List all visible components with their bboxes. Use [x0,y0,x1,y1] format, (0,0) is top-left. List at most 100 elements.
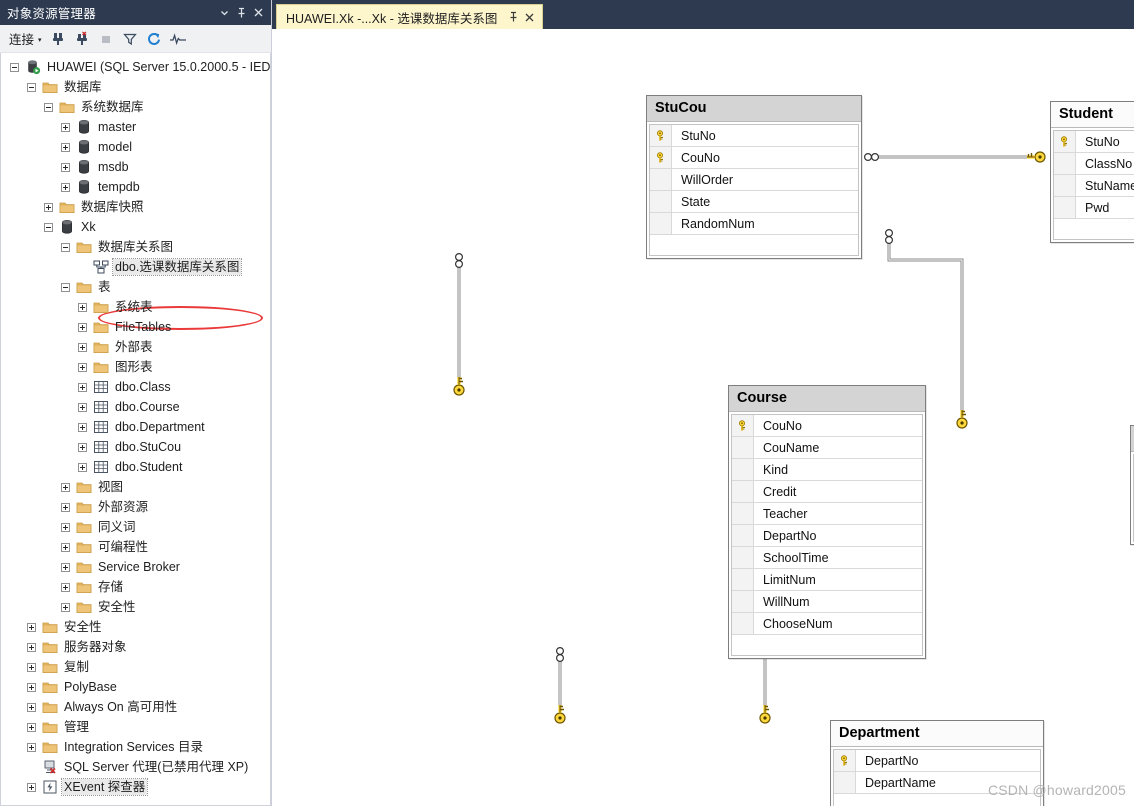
expand-icon[interactable] [76,361,89,374]
tree-item-25[interactable]: Service Broker [1,557,270,577]
diagram-column-row[interactable]: ClassNo [1054,153,1134,175]
tree-item-29[interactable]: 服务器对象 [1,637,270,657]
chevron-down-icon[interactable] [216,4,233,22]
object-explorer-tree[interactable]: HUAWEI (SQL Server 15.0.2000.5 - IED 数据库系… [0,53,271,806]
tree-item-36[interactable]: XEvent 探查器 [1,777,270,797]
tab-database-diagram[interactable]: HUAWEI.Xk -...Xk - 选课数据库关系图 [276,4,544,29]
disconnect-object-explorer-icon[interactable] [71,28,93,50]
expand-icon[interactable] [59,181,72,194]
tree-item-9[interactable]: 数据库关系图 [1,237,270,257]
expand-icon[interactable] [42,201,55,214]
diagram-column-row[interactable]: RandomNum [650,213,858,235]
tree-item-26[interactable]: 存储 [1,577,270,597]
expand-icon[interactable] [76,461,89,474]
expand-icon[interactable] [25,701,38,714]
tree-item-21[interactable]: 视图 [1,477,270,497]
expand-icon[interactable] [76,421,89,434]
tree-item-19[interactable]: dbo.StuCou [1,437,270,457]
close-icon[interactable] [521,9,537,25]
expand-icon[interactable] [76,341,89,354]
pin-icon[interactable] [233,4,250,22]
collapse-icon[interactable] [25,81,38,94]
expand-icon[interactable] [76,441,89,454]
tree-item-34[interactable]: Integration Services 目录 [1,737,270,757]
expand-icon[interactable] [59,521,72,534]
tree-item-15[interactable]: 图形表 [1,357,270,377]
tree-item-28[interactable]: 安全性 [1,617,270,637]
diagram-column-row[interactable]: StuName [1054,175,1134,197]
diagram-column-row[interactable]: StuNo [650,125,858,147]
tree-item-4[interactable]: model [1,137,270,157]
filter-icon[interactable] [119,28,141,50]
diagram-column-row[interactable]: Teacher [732,503,922,525]
tree-item-35[interactable]: SQL Server 代理(已禁用代理 XP) [1,757,270,777]
expand-icon[interactable] [59,561,72,574]
diagram-table-class[interactable]: ClassClassNoDepartNoClassName [1130,425,1134,545]
tree-item-1[interactable]: 数据库 [1,77,270,97]
database-diagram-canvas[interactable]: StuCou StuNo CouNo WillOrder State RandomNum S… [272,29,1134,806]
diagram-column-row[interactable]: DepartNo [834,750,1040,772]
diagram-column-row[interactable]: CouName [732,437,922,459]
expand-icon[interactable] [25,721,38,734]
tree-item-2[interactable]: 系统数据库 [1,97,270,117]
tree-item-7[interactable]: 数据库快照 [1,197,270,217]
diagram-column-row[interactable]: Credit [732,481,922,503]
tree-item-32[interactable]: Always On 高可用性 [1,697,270,717]
diagram-column-row[interactable]: SchoolTime [732,547,922,569]
expand-icon[interactable] [59,141,72,154]
expand-icon[interactable] [76,321,89,334]
expand-icon[interactable] [25,661,38,674]
expand-icon[interactable] [59,161,72,174]
tree-item-13[interactable]: FileTables [1,317,270,337]
activity-monitor-icon[interactable] [167,28,189,50]
expand-icon[interactable] [76,381,89,394]
diagram-column-row[interactable]: CouNo [650,147,858,169]
collapse-icon[interactable] [42,101,55,114]
tree-item-11[interactable]: 表 [1,277,270,297]
tree-item-24[interactable]: 可编程性 [1,537,270,557]
tree-item-14[interactable]: 外部表 [1,337,270,357]
tree-item-30[interactable]: 复制 [1,657,270,677]
tree-item-12[interactable]: 系统表 [1,297,270,317]
expand-icon[interactable] [76,401,89,414]
expand-icon[interactable] [25,741,38,754]
tree-item-5[interactable]: msdb [1,157,270,177]
tree-item-22[interactable]: 外部资源 [1,497,270,517]
tree-item-18[interactable]: dbo.Department [1,417,270,437]
connect-button[interactable]: 连接 ▾ [4,27,45,50]
tree-item-3[interactable]: master [1,117,270,137]
tree-item-23[interactable]: 同义词 [1,517,270,537]
tree-item-20[interactable]: dbo.Student [1,457,270,477]
diagram-column-row[interactable]: State [650,191,858,213]
collapse-icon[interactable] [8,61,21,74]
tree-item-0[interactable]: HUAWEI (SQL Server 15.0.2000.5 - IED [1,57,270,77]
collapse-icon[interactable] [42,221,55,234]
expand-icon[interactable] [59,601,72,614]
collapse-icon[interactable] [59,241,72,254]
diagram-column-row[interactable]: ChooseNum [732,613,922,635]
refresh-icon[interactable] [143,28,165,50]
expand-icon[interactable] [59,121,72,134]
diagram-column-row[interactable]: LimitNum [732,569,922,591]
diagram-column-row[interactable]: WillNum [732,591,922,613]
tree-item-16[interactable]: dbo.Class [1,377,270,397]
diagram-column-row[interactable]: DepartNo [732,525,922,547]
expand-icon[interactable] [25,621,38,634]
connect-object-explorer-icon[interactable] [47,28,69,50]
expand-icon[interactable] [25,681,38,694]
diagram-column-row[interactable]: WillOrder [650,169,858,191]
diagram-table-student[interactable]: Student StuNo ClassNo StuName Pwd [1050,101,1134,243]
pin-icon[interactable] [505,9,521,25]
expand-icon[interactable] [25,641,38,654]
diagram-table-stucou[interactable]: StuCou StuNo CouNo WillOrder State RandomNum [646,95,862,259]
expand-icon[interactable] [76,301,89,314]
expand-icon[interactable] [59,581,72,594]
tree-item-10[interactable]: dbo.选课数据库关系图 [1,257,270,277]
tree-item-17[interactable]: dbo.Course [1,397,270,417]
diagram-column-row[interactable]: Pwd [1054,197,1134,219]
tree-item-8[interactable]: Xk [1,217,270,237]
tree-item-6[interactable]: tempdb [1,177,270,197]
diagram-column-row[interactable]: Kind [732,459,922,481]
tree-item-31[interactable]: PolyBase [1,677,270,697]
expand-icon[interactable] [59,541,72,554]
